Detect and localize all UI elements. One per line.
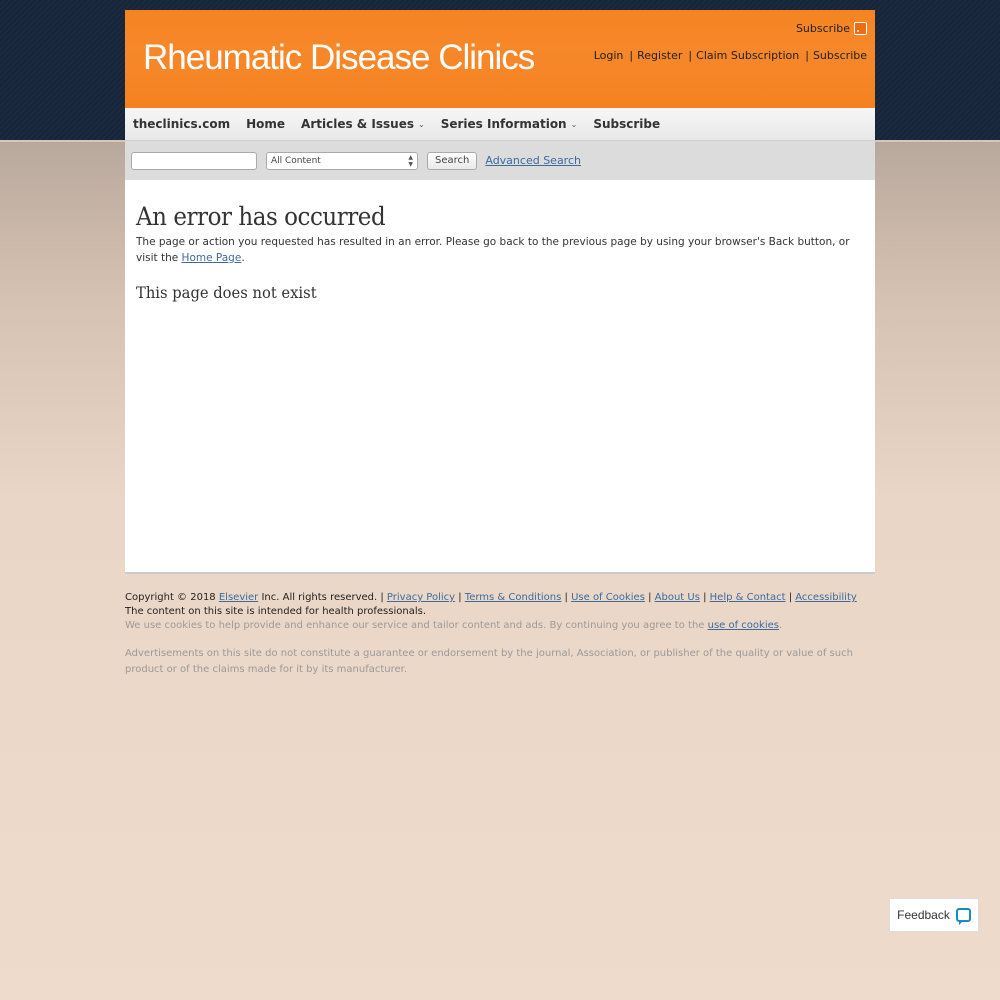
rss-icon[interactable] (854, 22, 867, 35)
separator: | (805, 49, 809, 62)
copyright-text: Copyright © 2018 (125, 592, 219, 603)
terms-conditions-link[interactable]: Terms & Conditions (465, 592, 562, 603)
nav-articles-issues[interactable]: Articles & Issues ⌄ (293, 117, 433, 131)
nav-label: theclinics.com (133, 117, 231, 131)
nav-home[interactable]: Home (238, 117, 293, 131)
chevron-down-icon: ⌄ (570, 119, 578, 129)
search-bar: All Content ▲ ▼ Search Advanced Search (125, 141, 875, 180)
punctuation: . (241, 252, 245, 264)
nav-label: Subscribe (593, 117, 661, 131)
select-value: All Content (271, 155, 321, 166)
user-links: Login | Register | Claim Subscription | Subscr… (594, 49, 867, 62)
select-arrows-icon: ▲ ▼ (408, 153, 413, 168)
advertising-disclaimer: Advertisements on this site do not const… (125, 648, 853, 675)
error-message: The page or action you requested has res… (136, 234, 864, 266)
cookie-policy-link[interactable]: use of cookies (708, 620, 779, 631)
claim-subscription-link[interactable]: Claim Subscription (696, 49, 799, 62)
health-note: The content on this site is intended for… (125, 606, 427, 617)
rss-subscribe-label[interactable]: Subscribe (796, 22, 850, 35)
about-us-link[interactable]: About Us (655, 592, 700, 603)
cookie-text: We use cookies to help provide and enhan… (125, 620, 708, 631)
help-contact-link[interactable]: Help & Contact (710, 592, 786, 603)
error-subtitle: This page does not exist (136, 283, 317, 302)
use-of-cookies-link[interactable]: Use of Cookies (571, 592, 645, 603)
chevron-down-icon: ⌄ (418, 119, 425, 129)
subscribe-link[interactable]: Subscribe (813, 49, 867, 62)
privacy-policy-link[interactable]: Privacy Policy (387, 592, 455, 603)
nav-label: Articles & Issues (301, 117, 414, 131)
error-title: An error has occurred (136, 202, 386, 231)
login-link[interactable]: Login (594, 49, 624, 62)
feedback-button[interactable]: Feedback (889, 898, 979, 932)
nav-subscribe[interactable]: Subscribe (585, 117, 668, 131)
accessibility-link[interactable]: Accessibility (795, 592, 857, 603)
punctuation: . (778, 620, 783, 631)
separator: | (629, 49, 634, 62)
nav-label: Series Information (440, 117, 567, 131)
search-input[interactable] (131, 151, 257, 170)
register-link[interactable]: Register (637, 49, 682, 62)
search-button[interactable]: Search (427, 151, 478, 170)
elsevier-link[interactable]: Elsevier (219, 592, 258, 603)
content-type-select[interactable]: All Content ▲ ▼ (266, 151, 418, 170)
cookie-notice: We use cookies to help provide and enhan… (125, 619, 875, 633)
nav-series-information[interactable]: Series Information ⌄ (433, 117, 586, 131)
page-wrapper: Rheumatic Disease Clinics Subscribe Logi… (125, 10, 875, 678)
separator: | (688, 49, 693, 62)
site-footer: Copyright © 2018 Elsevier Inc. All right… (125, 591, 875, 678)
speech-bubble-icon (955, 908, 971, 925)
nav-theclinics[interactable]: theclinics.com (125, 117, 238, 131)
main-content: An error has occurred The page or action… (125, 180, 875, 574)
nav-label: Home (246, 117, 286, 131)
site-logo[interactable]: Rheumatic Disease Clinics (143, 38, 535, 78)
rss-subscribe[interactable]: Subscribe (796, 22, 867, 35)
home-page-link[interactable]: Home Page (182, 252, 242, 264)
main-nav: theclinics.com Home Articles & Issues ⌄ S… (125, 108, 875, 141)
advanced-search-link[interactable]: Advanced Search (485, 154, 581, 167)
feedback-label: Feedback (897, 908, 950, 922)
copyright-text: Inc. All rights reserved. | (258, 592, 387, 603)
copyright-line: Copyright © 2018 Elsevier Inc. All right… (125, 592, 857, 603)
site-header: Rheumatic Disease Clinics Subscribe Logi… (125, 10, 875, 108)
